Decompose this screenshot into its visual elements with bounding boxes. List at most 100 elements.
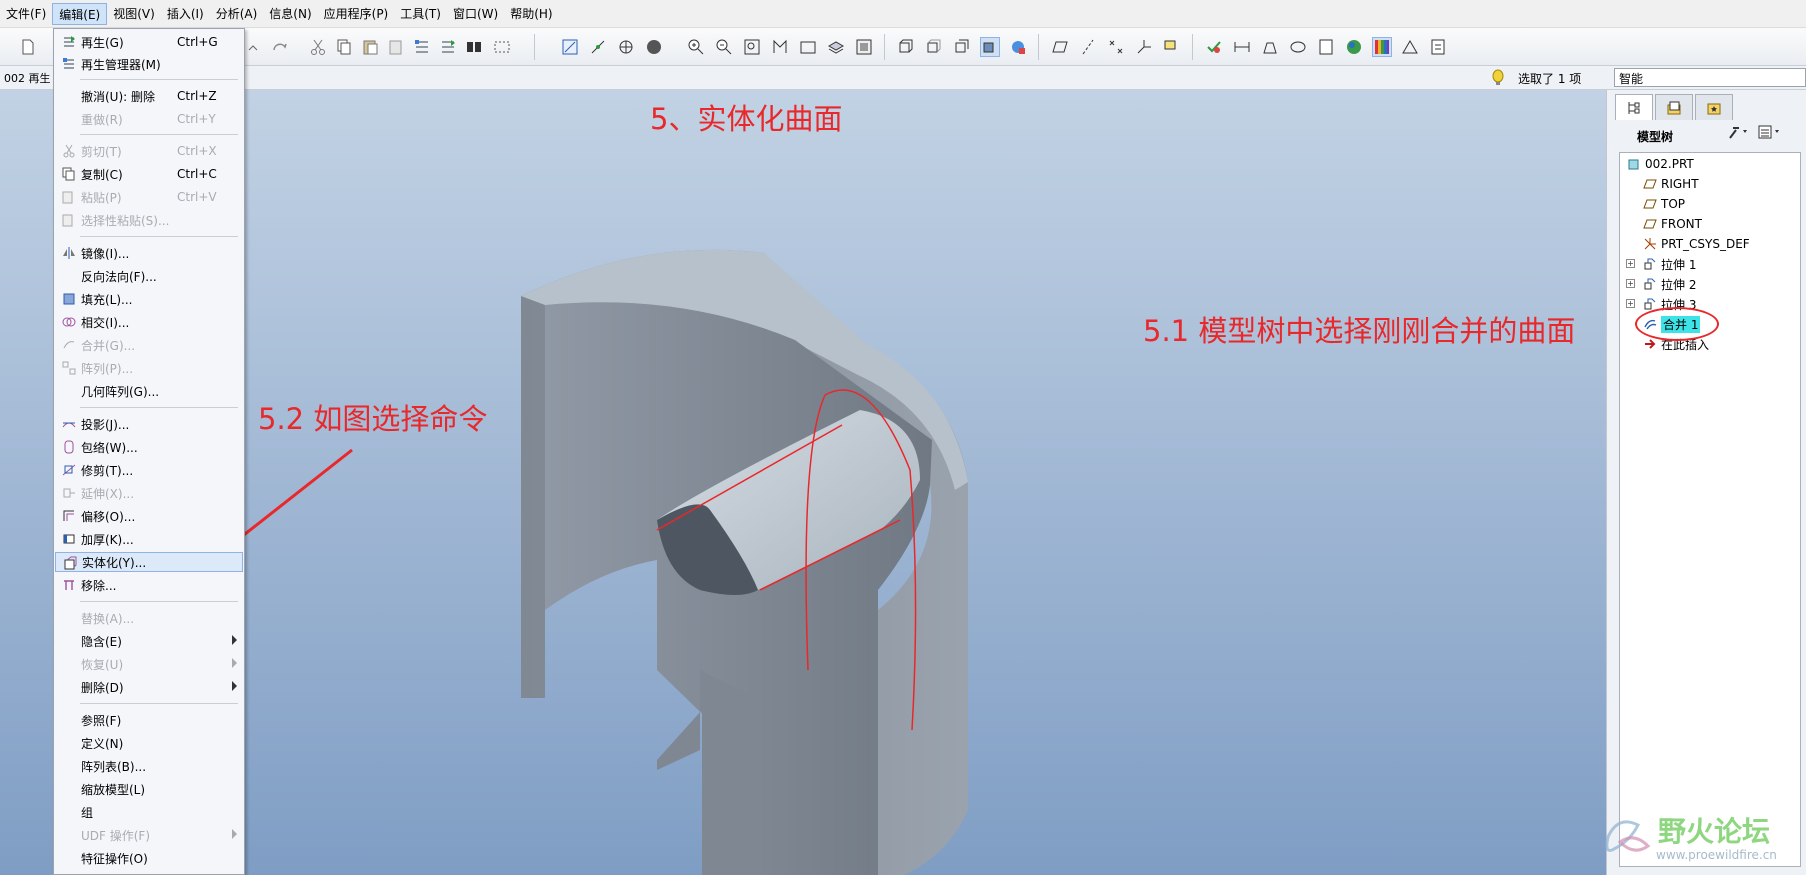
undo-dropdown-icon[interactable]: [242, 37, 262, 57]
shading-icon[interactable]: [644, 37, 664, 57]
menu-item-wrap[interactable]: 包络(W)...: [55, 437, 243, 457]
refit-icon[interactable]: [742, 37, 762, 57]
tree-item-extrude-2[interactable]: + 拉伸 2: [1626, 275, 1696, 293]
zoom-in-icon[interactable]: [686, 37, 706, 57]
datum-axis-display-icon[interactable]: [1078, 37, 1098, 57]
menu-item-redo[interactable]: 重做(R) Ctrl+Y: [55, 109, 243, 129]
shaded-icon[interactable]: [980, 37, 1000, 57]
menu-item-replace[interactable]: 替换(A)...: [55, 608, 243, 628]
favorites-tab[interactable]: [1695, 94, 1733, 120]
menu-item-udf-ops[interactable]: UDF 操作(F): [55, 825, 243, 845]
tree-item-top[interactable]: TOP: [1642, 195, 1685, 213]
hidden-line-icon[interactable]: [924, 37, 944, 57]
menu-item-delete[interactable]: 删除(D): [55, 677, 243, 697]
zoom-out-icon[interactable]: [714, 37, 734, 57]
menu-item-extend[interactable]: 延伸(X)...: [55, 483, 243, 503]
regen-manager-icon[interactable]: [412, 37, 432, 57]
regenerate-icon[interactable]: [438, 37, 458, 57]
menu-item-feature-ops[interactable]: 特征操作(O): [55, 848, 243, 868]
datum-axis-icon[interactable]: [588, 37, 608, 57]
menu-item-pattern[interactable]: 阵列(P)...: [55, 358, 243, 378]
menu-item-merge[interactable]: 合并(G)...: [55, 335, 243, 355]
menu-item-pattern-table[interactable]: 阵列表(B)...: [55, 756, 243, 776]
menu-window[interactable]: 窗口(W): [447, 3, 504, 25]
menu-item-thicken[interactable]: 加厚(K)...: [55, 529, 243, 549]
menu-edit[interactable]: 编辑(E): [52, 2, 108, 25]
menu-file[interactable]: 文件(F): [0, 3, 52, 25]
datum-point-icon[interactable]: [616, 37, 636, 57]
cut-icon[interactable]: [308, 37, 328, 57]
enhanced-realism-icon[interactable]: [1008, 37, 1028, 57]
menu-tools[interactable]: 工具(T): [394, 3, 447, 25]
view-manager-icon[interactable]: [854, 37, 874, 57]
menu-item-copy[interactable]: 复制(C) Ctrl+C: [55, 164, 243, 184]
selection-filter-select[interactable]: 智能: [1614, 68, 1806, 87]
expand-toggle[interactable]: +: [1626, 259, 1635, 268]
select-box-icon[interactable]: [492, 37, 512, 57]
menu-item-suppress[interactable]: 隐含(E): [55, 631, 243, 651]
menu-item-regen-manager[interactable]: 再生管理器(M): [55, 54, 243, 74]
menu-analysis[interactable]: 分析(A): [210, 3, 264, 25]
menu-item-trim[interactable]: 修剪(T)...: [55, 460, 243, 480]
tree-item-csys[interactable]: PRT_CSYS_DEF: [1642, 235, 1750, 253]
measure-icon[interactable]: [1232, 37, 1252, 57]
menu-info[interactable]: 信息(N): [263, 3, 317, 25]
tree-item-part[interactable]: 002.PRT: [1626, 155, 1694, 173]
saved-views-icon[interactable]: [798, 37, 818, 57]
tree-item-extrude-1[interactable]: + 拉伸 1: [1626, 255, 1696, 273]
folder-browser-tab[interactable]: [1655, 94, 1693, 120]
menu-item-scale-model[interactable]: 缩放模型(L): [55, 779, 243, 799]
expand-toggle[interactable]: +: [1626, 299, 1635, 308]
mass-properties-icon[interactable]: [1260, 37, 1280, 57]
menu-item-fill[interactable]: 填充(L)...: [55, 289, 243, 309]
menu-item-remove[interactable]: 移除...: [55, 575, 243, 595]
paste-special-icon[interactable]: [386, 37, 406, 57]
layers-icon[interactable]: [826, 37, 846, 57]
info-icon[interactable]: [1316, 37, 1336, 57]
annotation-display-icon[interactable]: [1162, 37, 1182, 57]
relations-icon[interactable]: [1428, 37, 1448, 57]
expand-toggle[interactable]: +: [1626, 279, 1635, 288]
draft-check-icon[interactable]: [1400, 37, 1420, 57]
menu-item-offset[interactable]: 偏移(O)...: [55, 506, 243, 526]
menu-item-project[interactable]: 投影(J)...: [55, 414, 243, 434]
menu-insert[interactable]: 插入(I): [161, 3, 210, 25]
menu-item-intersect[interactable]: 相交(I)...: [55, 312, 243, 332]
menu-item-undo[interactable]: 撤消(U): 删除 Ctrl+Z: [55, 86, 243, 106]
appearance-icon[interactable]: [1344, 37, 1364, 57]
menu-item-group[interactable]: 组: [55, 802, 243, 822]
csys-display-icon[interactable]: [1134, 37, 1154, 57]
datum-plane-display-icon[interactable]: [1050, 37, 1070, 57]
menu-item-resume[interactable]: 恢复(U): [55, 654, 243, 674]
no-hidden-icon[interactable]: [952, 37, 972, 57]
tree-item-front[interactable]: FRONT: [1642, 215, 1702, 233]
menu-item-mirror[interactable]: 镜像(I)...: [55, 243, 243, 263]
menu-applications[interactable]: 应用程序(P): [318, 3, 395, 25]
sketch-icon[interactable]: [560, 37, 580, 57]
copy-icon[interactable]: [334, 37, 354, 57]
active-window-label[interactable]: 002 再生: [4, 70, 51, 86]
settings-icon[interactable]: [1727, 124, 1749, 143]
wireframe-icon[interactable]: [896, 37, 916, 57]
reorient-icon[interactable]: [770, 37, 790, 57]
menu-item-references[interactable]: 参照(F): [55, 710, 243, 730]
new-file-icon[interactable]: [18, 37, 38, 57]
paste-icon[interactable]: [360, 37, 380, 57]
redo-icon[interactable]: [270, 37, 290, 57]
menu-item-geometry-pattern[interactable]: 几何阵列(G)...: [55, 381, 243, 401]
model-check-icon[interactable]: [1204, 37, 1224, 57]
menu-help[interactable]: 帮助(H): [504, 3, 558, 25]
model-tree-tab[interactable]: [1615, 94, 1653, 120]
tree-item-right[interactable]: RIGHT: [1642, 175, 1699, 193]
menu-item-definition[interactable]: 定义(N): [55, 733, 243, 753]
color-palette-icon[interactable]: [1372, 37, 1392, 57]
find-icon[interactable]: [464, 37, 484, 57]
menu-item-flip-normal[interactable]: 反向法向(F)...: [55, 266, 243, 286]
menu-item-paste[interactable]: 粘贴(P) Ctrl+V: [55, 187, 243, 207]
section-icon[interactable]: [1288, 37, 1308, 57]
menu-item-regenerate[interactable]: 再生(G) Ctrl+G: [55, 32, 243, 52]
menu-item-paste-special[interactable]: 选择性粘贴(S)...: [55, 210, 243, 230]
show-menu-icon[interactable]: [1757, 124, 1783, 143]
menu-view[interactable]: 视图(V): [107, 3, 161, 25]
menu-item-solidify[interactable]: 实体化(Y)...: [55, 552, 243, 572]
